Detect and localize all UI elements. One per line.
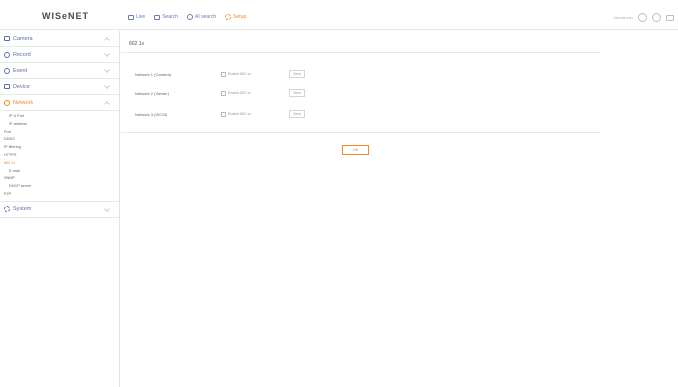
nav-live-label: Live (136, 14, 146, 20)
nav-search-label: Search (162, 14, 179, 20)
checkbox-label: Enable 802.1x (228, 112, 251, 116)
ai-search-icon (187, 14, 194, 20)
divider (121, 52, 601, 53)
chevron-down-icon (104, 205, 110, 212)
ok-button[interactable]: OK (342, 145, 369, 155)
network-label: Network 2 (Viewer) (135, 90, 169, 96)
sidebar-group-device[interactable]: Device (0, 79, 119, 95)
nav-live[interactable]: Live (128, 14, 145, 20)
setup-icon (225, 14, 232, 20)
nav-ai-search-label: AI search (195, 14, 217, 20)
sidebar-group-camera[interactable]: Camera (0, 31, 119, 47)
sidebar-item-p2p[interactable]: P2P (0, 191, 119, 199)
sidebar-item-ip-filtering[interactable]: IP filtering (0, 144, 119, 152)
record-icon (4, 51, 10, 58)
sidebar-group-label: Event (13, 67, 28, 74)
network-row: Network 1 (Camera) Enable 802.1x View (135, 69, 515, 79)
sidebar-group-label: Device (13, 83, 30, 90)
sidebar-item-ip-address[interactable]: IP address (0, 121, 119, 129)
event-icon (4, 67, 10, 74)
system-icon (4, 206, 10, 213)
sidebar-item-ip-port[interactable]: IP & Port (0, 113, 119, 121)
main-nav: Live Search AI search Setup (128, 14, 246, 20)
brand-logo: WISeNET (42, 11, 90, 21)
device-icon (4, 84, 10, 89)
search-icon (154, 14, 161, 20)
right-tools: Normal user (614, 13, 674, 22)
help-icon[interactable] (652, 13, 661, 22)
view-button[interactable]: View (289, 89, 305, 97)
sidebar-item-snmp[interactable]: SNMP (0, 175, 119, 183)
view-button[interactable]: View (289, 110, 305, 118)
sidebar-group-event[interactable]: Event (0, 63, 119, 79)
sidebar: Camera Record Event Device Network IP & … (0, 31, 120, 387)
live-icon (128, 14, 134, 20)
network-label: Network 1 (Camera) (135, 71, 172, 77)
chevron-down-icon (104, 51, 110, 57)
chevron-down-icon (104, 67, 110, 73)
sidebar-group-record[interactable]: Record (0, 47, 119, 63)
checkbox-label: Enable 802.1x (228, 72, 251, 76)
sidebar-group-system[interactable]: System (0, 202, 119, 218)
page-title: 802.1x (129, 41, 145, 47)
nav-ai-search[interactable]: AI search (187, 14, 216, 20)
logout-icon[interactable] (666, 14, 674, 21)
sidebar-group-network[interactable]: Network (0, 95, 119, 111)
sidebar-group-label: System (13, 206, 32, 213)
sidebar-item-https[interactable]: HTTPS (0, 152, 119, 160)
top-bar: WISeNET Live Search AI search Setup Norm… (0, 0, 678, 30)
sidebar-item-8021x[interactable]: 802.1x (0, 160, 119, 168)
enable-8021x-checkbox[interactable] (221, 71, 226, 77)
network-icon (4, 99, 10, 106)
view-button[interactable]: View (289, 70, 305, 78)
chevron-down-icon (104, 83, 110, 89)
main-content: 802.1x Network 1 (Camera) Enable 802.1x … (121, 31, 601, 387)
divider (121, 132, 601, 133)
enable-8021x-checkbox[interactable] (221, 90, 226, 96)
network-row: Network 2 (Viewer) Enable 802.1x View (135, 88, 515, 98)
sidebar-item-email[interactable]: E-mail (0, 168, 119, 176)
enable-8021x-checkbox[interactable] (221, 111, 226, 117)
chevron-up-icon (104, 37, 110, 43)
network-submenu: IP & Port IP address Port DDNS IP filter… (0, 111, 119, 202)
nav-search[interactable]: Search (154, 14, 178, 20)
network-label: Network 3 (ISCSI) (135, 111, 168, 117)
sidebar-group-label: Record (13, 51, 31, 58)
sidebar-group-label: Camera (13, 35, 33, 42)
sidebar-item-port[interactable]: Port (0, 129, 119, 137)
chevron-up-icon (104, 101, 110, 107)
notification-icon[interactable] (638, 13, 647, 22)
network-row: Network 3 (ISCSI) Enable 802.1x View (135, 109, 515, 119)
sidebar-item-ddns[interactable]: DDNS (0, 136, 119, 144)
nav-setup-label: Setup (233, 14, 247, 20)
sidebar-group-label: Network (13, 99, 34, 106)
nav-setup[interactable]: Setup (225, 14, 246, 20)
camera-icon (4, 36, 10, 41)
sidebar-item-dhcp-server[interactable]: DHCP server (0, 183, 119, 191)
checkbox-label: Enable 802.1x (228, 91, 251, 95)
user-label: Normal user (613, 15, 633, 20)
